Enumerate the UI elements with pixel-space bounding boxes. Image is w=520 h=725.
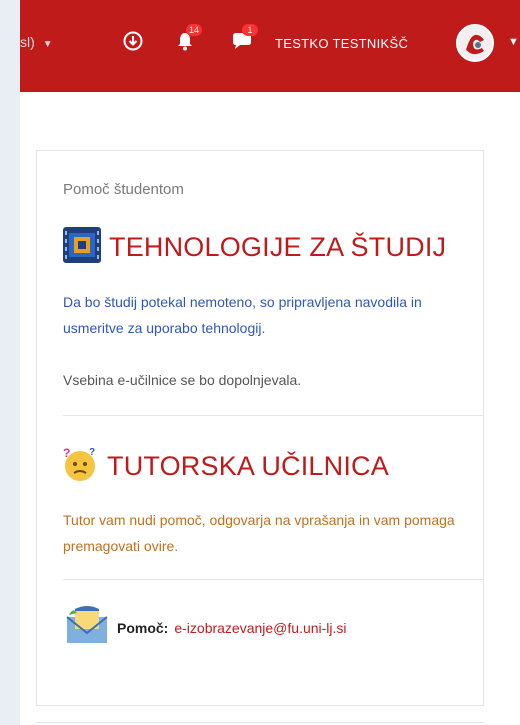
download-icon[interactable] <box>122 30 144 52</box>
help-email-link[interactable]: e-izobrazevanje@fu.uni-lj.si <box>174 620 346 636</box>
section-tutor-heading[interactable]: ? ? TUTORSKA UČILNICA <box>61 445 389 488</box>
next-block-edge <box>36 722 484 723</box>
divider <box>63 415 483 416</box>
confused-face-icon: ? ? <box>61 445 99 488</box>
message-count-badge: 1 <box>242 24 258 36</box>
help-block-card: Pomoč študentom TEHNOLOGIJE ZA ŠTUDIJ Da… <box>36 150 484 706</box>
divider <box>63 579 483 580</box>
avatar[interactable] <box>456 24 494 62</box>
notification-count-badge: 14 <box>186 24 202 36</box>
chevron-down-icon: ▼ <box>42 39 53 50</box>
mail-envelope-icon <box>63 603 111 652</box>
section-technology-note: Vsebina e-učilnice se bo dopolnjevala. <box>63 372 302 388</box>
cpu-chip-icon <box>61 225 103 270</box>
language-menu[interactable]: sl) ▼ <box>20 34 53 50</box>
svg-text:?: ? <box>89 447 95 458</box>
user-menu-chevron-icon[interactable]: ▼ <box>508 36 519 48</box>
svg-text:?: ? <box>63 446 70 460</box>
top-navbar: sl) ▼ 14 1 TESTKO TESTNIKŠČ ▼ <box>20 0 520 92</box>
notifications-bell-icon[interactable]: 14 <box>174 24 202 52</box>
section-tutor-title: TUTORSKA UČILNICA <box>107 451 389 481</box>
language-label: sl) <box>20 34 35 50</box>
section-technology-title: TEHNOLOGIJE ZA ŠTUDIJ <box>109 232 447 262</box>
section-tutor-text[interactable]: Tutor vam nudi pomoč, odgovarja na vpraš… <box>63 507 473 559</box>
section-technology-text[interactable]: Da bo študij potekal nemoteno, so pripra… <box>63 289 473 341</box>
help-contact: Pomoč: e-izobrazevanje@fu.uni-lj.si <box>63 603 347 652</box>
contact-label: Pomoč: <box>117 619 169 636</box>
block-title: Pomoč študentom <box>63 181 184 198</box>
messages-chat-icon[interactable]: 1 <box>230 24 258 52</box>
section-technology-heading[interactable]: TEHNOLOGIJE ZA ŠTUDIJ <box>61 225 446 270</box>
user-name[interactable]: TESTKO TESTNIKŠČ <box>275 36 408 51</box>
